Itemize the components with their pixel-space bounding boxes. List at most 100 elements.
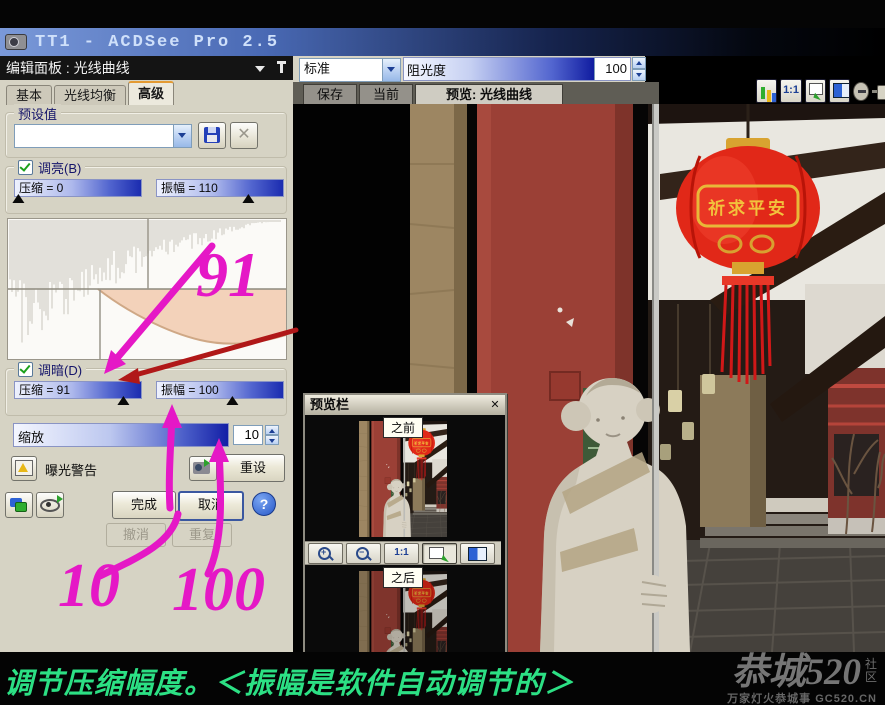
close-icon[interactable]: ✕ (488, 398, 502, 412)
top-black-strip (0, 0, 885, 28)
darken-checkbox[interactable] (18, 362, 33, 377)
preview-bar-panel[interactable]: 预览栏 ✕ 之前 + − 1:1 之后 (303, 393, 507, 655)
spinner-down-icon[interactable] (265, 435, 279, 445)
slider-marker[interactable] (117, 396, 129, 405)
redo-button[interactable]: 重复 (172, 523, 232, 547)
brighten-group: 调亮(B) 压缩 = 0 振幅 = 110 (5, 166, 287, 214)
undo-row: 撤消 重复 (0, 522, 293, 548)
preview-bar-title: 预览栏 (310, 397, 349, 412)
watermark: 恭城520 社区 万家灯火恭城事 GC520.CN (727, 654, 877, 705)
brighten-compress-slider[interactable]: 压缩 = 0 (14, 179, 142, 205)
tab-basic[interactable]: 基本 (6, 85, 52, 105)
histogram-icon[interactable] (756, 79, 777, 103)
fit-image-icon[interactable] (422, 543, 457, 564)
preview-bar-titlebar[interactable]: 预览栏 ✕ (305, 395, 505, 415)
floppy-icon (204, 127, 220, 143)
chevron-down-icon[interactable] (255, 66, 265, 72)
exposure-row: 曝光警告 重设 (5, 454, 285, 486)
darken-label: 调暗(D) (38, 360, 82, 379)
tab-light-eq[interactable]: 光线均衡 (54, 85, 126, 105)
before-thumb-area: 之前 (305, 417, 501, 541)
zoom-icon-cluster: 1:1 (756, 78, 885, 104)
preview-toolbar: 标准 阻光度 100 (293, 56, 645, 82)
delete-preset-button[interactable]: ✕ (230, 122, 258, 149)
camera-export-icon (193, 462, 210, 474)
preset-combobox[interactable] (14, 124, 192, 148)
brighten-amplitude-value: 振幅 = 110 (157, 180, 283, 196)
preset-group-label: 预设值 (18, 104, 57, 123)
fit-image-icon[interactable] (805, 79, 826, 103)
cancel-button[interactable]: 取消 (178, 491, 244, 521)
edit-panel-header[interactable]: 编辑面板 : 光线曲线 (0, 56, 293, 80)
after-thumb-area: 之后 (305, 567, 501, 653)
preset-select-value: 标准 (300, 59, 382, 81)
exposure-warning-button[interactable] (11, 456, 37, 481)
split-view-icon[interactable] (460, 543, 495, 564)
watermark-suffix: 社区 (864, 658, 877, 684)
after-label: 之后 (383, 567, 423, 588)
slider-marker[interactable] (226, 396, 238, 405)
brighten-amplitude-slider[interactable]: 振幅 = 110 (156, 179, 284, 205)
caption-text: 调节压缩幅度。＜振幅是软件自动调节的＞ (4, 660, 574, 702)
window-titlebar[interactable]: TT1 - ACDSee Pro 2.5 (0, 28, 885, 56)
pin-icon[interactable] (280, 61, 283, 73)
watermark-tagline: 万家灯火恭城事 GC520.CN (727, 690, 877, 705)
opacity-track[interactable]: 阻光度 (404, 58, 594, 80)
preview-toggle-button[interactable] (36, 492, 64, 518)
zoom-slider-handle[interactable] (872, 90, 885, 93)
darken-compress-slider[interactable]: 压缩 = 91 (14, 381, 142, 407)
exposure-warning-icon (15, 460, 33, 476)
zoom-row: 缩放 10 (5, 420, 285, 452)
opacity-slider[interactable]: 阻光度 100 (403, 57, 631, 81)
slider-marker[interactable] (13, 194, 25, 203)
spinner-up-icon[interactable] (265, 425, 279, 435)
preset-combobox-value (15, 125, 173, 147)
zoom-label: 缩放 (18, 427, 44, 446)
undo-button[interactable]: 撤消 (106, 523, 166, 547)
actual-size-icon[interactable]: 1:1 (384, 543, 419, 564)
slider-marker[interactable] (243, 194, 255, 203)
darken-amplitude-slider[interactable]: 振幅 = 100 (156, 381, 284, 407)
before-label: 之前 (383, 417, 423, 438)
tab-current[interactable]: 当前 (359, 84, 413, 105)
save-preset-button[interactable] (198, 122, 226, 149)
actual-size-icon[interactable]: 1:1 (780, 79, 801, 103)
exposure-warning-label: 曝光警告 (45, 460, 97, 479)
before-thumbnail[interactable] (359, 421, 447, 537)
help-button[interactable]: ? (252, 492, 276, 516)
watermark-brand: 恭城520 (732, 654, 862, 692)
view-tabs: 保存 当前 预览: 光线曲线 (293, 82, 659, 104)
screen: TT1 - ACDSee Pro 2.5 编辑面板 : 光线曲线 基本 光线均衡… (0, 0, 885, 705)
tab-advanced[interactable]: 高级 (128, 81, 174, 105)
zoom-in-icon[interactable]: + (308, 543, 343, 564)
done-button[interactable]: 完成 (112, 491, 176, 519)
snapshot-button[interactable] (189, 456, 217, 481)
zoom-out-icon[interactable] (853, 82, 869, 101)
compare-button[interactable] (5, 492, 33, 518)
opacity-spinner[interactable] (632, 57, 646, 81)
combobox-arrow-icon[interactable] (173, 125, 191, 147)
delete-x-icon: ✕ (231, 123, 257, 147)
bottom-bar: 调节压缩幅度。＜振幅是软件自动调节的＞ 恭城520 社区 万家灯火恭城事 GC5… (0, 652, 885, 705)
spinner-up-icon[interactable] (632, 57, 646, 69)
zoom-spinner[interactable] (265, 425, 279, 445)
edit-panel: 编辑面板 : 光线曲线 基本 光线均衡 高级 预设值 ✕ (0, 56, 293, 652)
zoom-slider[interactable]: 缩放 (13, 423, 229, 447)
tab-preview[interactable]: 预览: 光线曲线 (415, 84, 563, 105)
preset-select[interactable]: 标准 (299, 58, 401, 82)
zoom-out-icon[interactable]: − (346, 543, 381, 564)
tab-save[interactable]: 保存 (303, 84, 357, 105)
split-view-icon[interactable] (829, 79, 850, 103)
spinner-down-icon[interactable] (632, 69, 646, 81)
reset-button[interactable]: 重设 (221, 454, 285, 482)
preset-group: 预设值 ✕ (5, 112, 287, 158)
dual-window-icon (10, 498, 22, 507)
zoom-value-field[interactable]: 10 (233, 425, 263, 445)
curve-histogram[interactable] (7, 218, 287, 360)
opacity-label: 阻光度 (407, 60, 446, 79)
combobox-arrow-icon[interactable] (382, 59, 400, 81)
opacity-value-field[interactable]: 100 (594, 58, 630, 80)
brighten-checkbox[interactable] (18, 160, 33, 175)
preview-bar-toolbar: + − 1:1 (305, 541, 501, 565)
eye-icon (40, 499, 60, 512)
